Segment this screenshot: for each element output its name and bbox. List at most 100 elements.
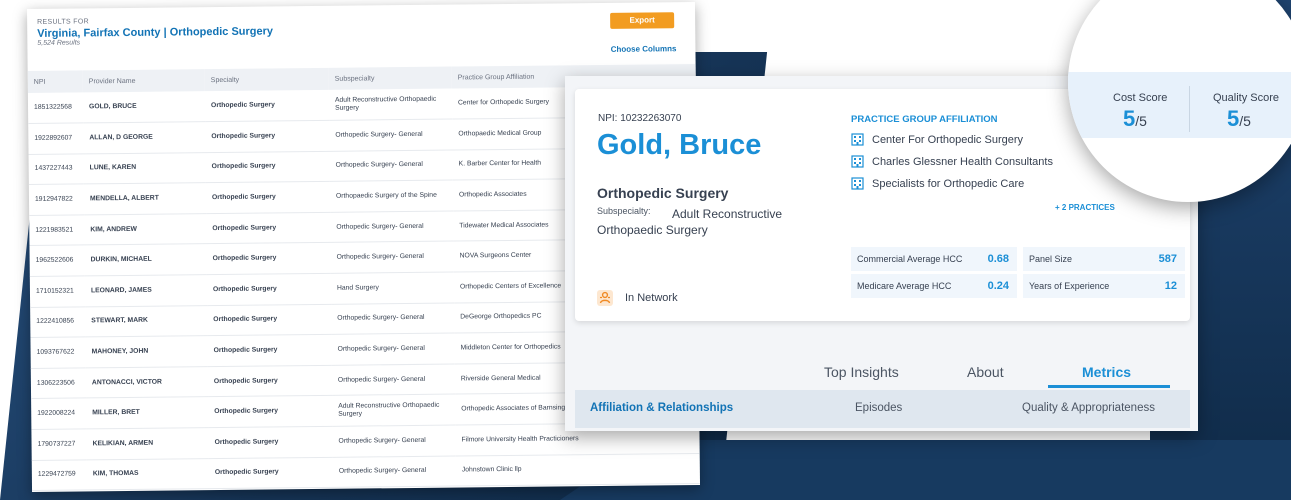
provider-name-cell[interactable]: MENDELLA, ALBERT: [83, 182, 207, 215]
specialty-cell: Orthopedic Surgery: [208, 395, 333, 428]
panel-size-value: 587: [1158, 253, 1177, 265]
practice-name: Specialists for Orthopedic Care: [872, 177, 1025, 190]
npi-cell: 1922008224: [31, 398, 87, 430]
specialty-cell: Orthopedic Surgery: [208, 456, 334, 489]
provider-name-cell[interactable]: GOLD, BRUCE: [82, 91, 206, 124]
provider-name-cell[interactable]: KIM, THOMAS: [86, 458, 210, 491]
column-header-specialty[interactable]: Specialty: [204, 67, 329, 92]
provider-name-cell[interactable]: MILLER, BRET: [86, 397, 209, 429]
npi-cell: 1922892607: [28, 123, 84, 155]
cost-score-number: 5: [1123, 106, 1136, 131]
building-icon: [851, 155, 864, 168]
provider-name-cell[interactable]: LEONARD, JAMES: [84, 274, 208, 307]
practice-item[interactable]: Charles Glessner Health Consultants: [851, 155, 1053, 168]
more-practices-link[interactable]: + 2 PRACTICES: [1055, 203, 1115, 212]
specialty-cell: Orthopedic Surgery: [205, 151, 330, 183]
provider-npi: NPI: 10232263070: [598, 113, 681, 124]
provider-specialty: Orthopedic Surgery: [597, 185, 729, 201]
choose-columns-link[interactable]: Choose Columns: [611, 44, 677, 54]
subspecialty-cell: Adult Reconstructive Orthopaedic Surgery: [328, 88, 453, 121]
subspecialty-cell: Orthopedic Surgery- General: [331, 333, 455, 366]
npi-cell: 1221983521: [29, 214, 85, 246]
practice-name: Center For Orthopedic Surgery: [872, 133, 1024, 146]
score-divider: [1189, 86, 1190, 132]
commercial-hcc-label: Commercial Average HCC: [857, 254, 963, 264]
npi-cell: 1093767622: [30, 337, 86, 369]
provider-name-cell[interactable]: DURKIN, MICHAEL: [84, 244, 207, 276]
provider-npi-label: NPI:: [598, 113, 618, 124]
practice-item[interactable]: Center For Orthopedic Surgery: [851, 133, 1023, 146]
provider-name-cell[interactable]: ANTONACCI, VICTOR: [85, 366, 209, 399]
cost-score-label: Cost Score: [1113, 92, 1168, 104]
provider-name-cell[interactable]: LUNE, KAREN: [83, 152, 206, 185]
quality-score-number: 5: [1227, 106, 1240, 131]
subspecialty-cell: Orthopedic Surgery- General: [330, 210, 454, 243]
network-status: In Network: [597, 290, 678, 306]
panel-size-label: Panel Size: [1029, 254, 1073, 264]
npi-cell: 1710152321: [29, 275, 86, 308]
quality-score-denominator: /5: [1239, 113, 1251, 129]
subspecialty-cell: Orthopedic Surgery- General: [332, 425, 456, 457]
provider-name-cell[interactable]: STEWART, MARK: [85, 305, 208, 338]
subspecialty-cell: Orthopedic Surgery- General: [332, 455, 457, 488]
specialty-cell: Orthopedic Surgery: [207, 334, 332, 367]
subspecialty-value: Adult Reconstructive Orthopaedic Surgery: [597, 207, 783, 238]
medicare-hcc-metric: Medicare Average HCC 0.24: [851, 274, 1017, 298]
medicare-hcc-value: 0.24: [987, 280, 1009, 292]
npi-cell: 1912947822: [28, 184, 85, 216]
export-button[interactable]: Export: [610, 12, 675, 29]
score-band: [1068, 72, 1291, 138]
detail-tabs: Top Insights About Metrics: [565, 356, 1198, 386]
column-header-provider-name[interactable]: Provider Name: [82, 69, 205, 93]
provider-name-cell[interactable]: KELIKIAN, ARMEN: [86, 427, 209, 460]
specialty-cell: Orthopedic Surgery: [206, 273, 332, 306]
cost-score-denominator: /5: [1135, 113, 1147, 129]
tab-metrics[interactable]: Metrics: [1082, 364, 1131, 380]
practice-cell: Johnstown Clinic llp: [455, 453, 701, 487]
provider-name: Gold, Bruce: [597, 129, 762, 161]
practice-group-title: PRACTICE GROUP AFFILIATION: [851, 114, 998, 125]
tab-about[interactable]: About: [967, 364, 1004, 380]
network-status-label: In Network: [625, 292, 678, 304]
subspecialty-cell: Orthopedic Surgery- General: [331, 302, 455, 335]
specialty-cell: Orthopedic Surgery: [208, 426, 333, 459]
column-header-subspecialty[interactable]: Subspecialty: [328, 66, 452, 90]
stage: RESULTS FOR Virginia, Fairfax County | O…: [0, 0, 1291, 500]
experience-value: 12: [1164, 280, 1177, 292]
building-icon: [851, 133, 864, 146]
subtab-affiliation[interactable]: Affiliation & Relationships: [590, 402, 733, 414]
specialty-cell: Orthopedic Surgery: [205, 120, 330, 153]
specialty-cell: Orthopedic Surgery: [206, 242, 331, 275]
table-row[interactable]: 1229472759 KIM, THOMAS Orthopedic Surgery O…: [31, 453, 701, 491]
tab-top-insights[interactable]: Top Insights: [824, 364, 899, 380]
column-header-npi[interactable]: NPI: [27, 70, 83, 93]
quality-score-label: Quality Score: [1213, 92, 1280, 104]
cost-score-value: 5/5: [1123, 106, 1147, 132]
npi-cell: 1962522606: [29, 245, 85, 277]
subspecialty-cell: Orthopaedic Surgery of the Spine: [329, 180, 454, 213]
subspecialty-cell: Adult Reconstructive Orthopaedic Surgery: [332, 394, 456, 427]
npi-cell: 1306223506: [30, 367, 87, 399]
results-header: RESULTS FOR Virginia, Fairfax County | O…: [27, 2, 696, 71]
subspecialty-cell: Orthopedic Surgery- General: [329, 119, 453, 152]
commercial-hcc-value: 0.68: [987, 253, 1009, 265]
provider-name-cell[interactable]: ALLAN, D GEORGE: [83, 121, 206, 154]
specialty-cell: Orthopedic Surgery: [207, 365, 333, 398]
building-icon: [851, 177, 864, 190]
specialty-cell: Orthopedic Surgery: [204, 89, 330, 122]
npi-cell: 1222410856: [30, 306, 86, 338]
provider-name-cell[interactable]: KIM, ANDREW: [84, 213, 207, 246]
subtab-episodes[interactable]: Episodes: [855, 402, 902, 414]
provider-npi-value: 10232263070: [620, 113, 682, 124]
experience-metric: Years of Experience 12: [1023, 274, 1185, 298]
provider-name-cell[interactable]: MAHONEY, JOHN: [85, 335, 208, 368]
network-person-icon: [597, 290, 613, 306]
practice-name: Charles Glessner Health Consultants: [872, 155, 1053, 168]
npi-cell: 1851322568: [27, 92, 84, 124]
subspecialty-cell: Hand Surgery: [330, 272, 455, 304]
practice-item[interactable]: Specialists for Orthopedic Care: [851, 177, 1024, 190]
active-tab-indicator: [1048, 385, 1170, 388]
subtab-quality[interactable]: Quality & Appropriateness: [1022, 402, 1155, 414]
npi-cell: 1790737227: [31, 428, 87, 461]
subspecialty-cell: Orthopedic Surgery- General: [329, 149, 453, 182]
